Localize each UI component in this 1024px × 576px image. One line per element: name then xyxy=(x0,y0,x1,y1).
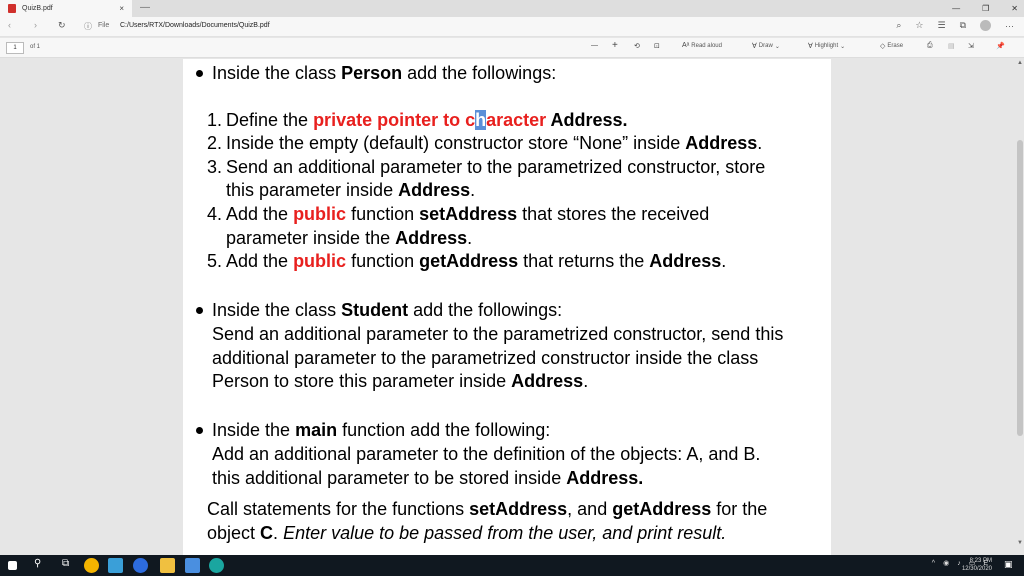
list-item-4-cont: parameter inside the Address. xyxy=(226,228,473,248)
chevron-down-icon[interactable]: ⌄ xyxy=(840,43,845,50)
student-line-3: Person to store this parameter inside Ad… xyxy=(212,371,589,391)
save-icon[interactable]: ▤ xyxy=(948,42,955,50)
maximize-icon[interactable]: ❐ xyxy=(982,4,989,13)
erase-label: Erase xyxy=(887,43,904,49)
bullet-icon xyxy=(196,307,203,314)
read-aloud-label: Read aloud xyxy=(691,42,722,49)
list-item-3-cont: this parameter inside Address. xyxy=(226,180,476,200)
zoom-in-button[interactable]: + xyxy=(612,40,618,51)
rotate-icon[interactable]: ⟲ xyxy=(634,42,640,50)
favorite-icon[interactable]: ☆ xyxy=(915,20,923,31)
highlight-label: Highlight xyxy=(814,43,839,49)
task-view-icon[interactable]: ⧉ xyxy=(62,558,77,573)
address-bar: ‹ › ↻ ⓘ File C:/Users/RTX/Downloads/Docu… xyxy=(0,17,1024,37)
file-explorer-icon[interactable] xyxy=(160,558,175,573)
highlight-icon: ∀ xyxy=(808,43,813,50)
list-item-5: 5. Add the public function getAddress tha… xyxy=(207,251,727,271)
page-count: of 1 xyxy=(30,44,41,50)
call-line-2: object C. Enter value to be passed from … xyxy=(207,523,727,543)
draw-icon: ∀ xyxy=(752,43,757,50)
browser-tab-bar: QuizB.pdf × — — ❐ ✕ xyxy=(0,0,1024,17)
bullet-student: Inside the class Student add the followi… xyxy=(212,300,563,320)
zoom-icon[interactable]: ⌕ xyxy=(896,20,901,31)
search-icon[interactable]: ⚲ xyxy=(34,558,49,573)
pin-icon[interactable]: 📌 xyxy=(996,42,1005,50)
info-icon[interactable]: ⓘ xyxy=(84,21,92,32)
chevron-down-icon[interactable]: ⌄ xyxy=(775,43,780,50)
address-bar-actions: ⌕ ☆ ☰ ⧉ ··· xyxy=(896,20,1014,31)
print-icon[interactable]: ⎙ xyxy=(927,42,933,50)
volume-icon[interactable]: ♪ xyxy=(957,560,961,567)
window-controls: — ❐ ✕ xyxy=(952,0,1018,17)
windows-start-icon[interactable] xyxy=(8,561,17,570)
list-item-1: 1. Define the private pointer to characte… xyxy=(207,110,628,130)
draw-label: Draw xyxy=(758,43,773,49)
pdf-page: Inside the class Person add the followin… xyxy=(183,59,831,555)
edge-icon[interactable] xyxy=(209,558,224,573)
pdf-toolbar: 1 of 1 — + ⟲ ⊡ Aᵃ Read aloud ∀ Draw ⌄ ∀ … xyxy=(0,38,1024,58)
pdf-icon xyxy=(8,4,16,13)
bullet-icon xyxy=(196,427,203,434)
forward-icon[interactable]: › xyxy=(34,20,37,30)
call-line-1: Call statements for the functions setAdd… xyxy=(207,499,768,519)
clock[interactable]: 8:23 PM 12/30/2020 xyxy=(962,557,992,573)
refresh-icon[interactable]: ↻ xyxy=(58,20,66,31)
highlight-button[interactable]: ∀ Highlight ⌄ xyxy=(808,42,845,50)
fit-page-icon[interactable]: ⊡ xyxy=(654,42,660,50)
photos-icon[interactable] xyxy=(185,558,200,573)
document-viewer: Inside the class Person add the followin… xyxy=(0,59,1024,555)
notification-icon[interactable]: ▣ xyxy=(1004,559,1016,571)
minimize-icon[interactable]: — xyxy=(952,4,960,13)
scroll-up-icon[interactable]: ▲ xyxy=(1017,60,1023,66)
network-icon[interactable]: ◉ xyxy=(943,559,949,567)
student-line-2: additional parameter to the parametrized… xyxy=(212,348,759,368)
scrollbar-thumb[interactable] xyxy=(1017,140,1023,436)
main-line-1: Add an additional parameter to the defin… xyxy=(212,444,761,464)
clock-date: 12/30/2020 xyxy=(961,566,992,572)
list-item-4: 4. Add the public function setAddress tha… xyxy=(207,204,710,224)
erase-button[interactable]: ◇ Erase xyxy=(880,42,903,50)
bullet-main: Inside the main function add the followi… xyxy=(212,420,551,440)
favorites-bar-icon[interactable]: ☰ xyxy=(937,20,945,31)
list-item-3: 3. Send an additional parameter to the pa… xyxy=(207,157,766,177)
more-icon[interactable]: ··· xyxy=(1005,21,1014,31)
list-item-2: 2. Inside the empty (default) constructor… xyxy=(207,133,763,153)
scroll-down-icon[interactable]: ▼ xyxy=(1017,540,1023,546)
app-icon[interactable] xyxy=(108,558,123,573)
collections-icon[interactable]: ⧉ xyxy=(960,20,966,31)
chrome-icon[interactable] xyxy=(84,558,99,573)
bullet-icon xyxy=(196,70,203,77)
save-as-icon[interactable]: ⇲ xyxy=(968,42,974,50)
tab-title: QuizB.pdf xyxy=(22,5,53,12)
taskbar: ⚲ ⧉ ^ ◉ ♪ ▭ E 8:23 PM 12/30/2020 ▣ xyxy=(0,555,1024,576)
file-label: File xyxy=(98,22,110,29)
new-tab-button[interactable]: — xyxy=(140,2,150,13)
zoom-out-button[interactable]: — xyxy=(591,42,598,49)
page-number-input[interactable]: 1 xyxy=(6,42,24,54)
chevron-up-icon[interactable]: ^ xyxy=(932,560,935,567)
url-field[interactable]: C:/Users/RTX/Downloads/Documents/QuizB.p… xyxy=(120,22,270,29)
tab-close-icon[interactable]: × xyxy=(119,4,124,13)
back-icon[interactable]: ‹ xyxy=(8,20,11,30)
bullet-person: Inside the class Person add the followin… xyxy=(212,63,557,83)
student-line-1: Send an additional parameter to the para… xyxy=(212,324,784,344)
clock-time: 8:23 PM xyxy=(969,558,992,564)
main-line-2: this additional parameter to be stored i… xyxy=(212,468,644,488)
draw-button[interactable]: ∀ Draw ⌄ xyxy=(752,42,780,50)
browser-tab[interactable]: QuizB.pdf × xyxy=(0,0,132,17)
close-window-icon[interactable]: ✕ xyxy=(1011,4,1018,13)
profile-avatar[interactable] xyxy=(980,20,991,31)
read-aloud-icon: Aᵃ xyxy=(682,42,690,49)
eraser-icon: ◇ xyxy=(880,43,886,50)
read-aloud-button[interactable]: Aᵃ Read aloud xyxy=(682,42,722,49)
messenger-icon[interactable] xyxy=(133,558,148,573)
